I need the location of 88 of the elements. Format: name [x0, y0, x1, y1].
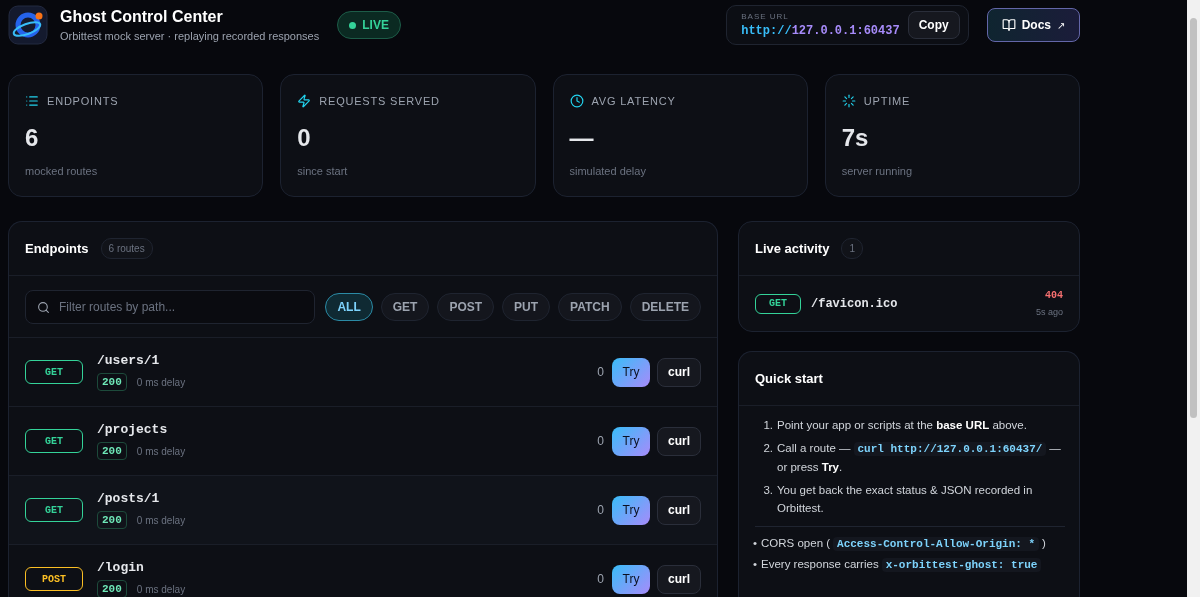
try-button[interactable]: Try — [612, 495, 650, 525]
method-filter[interactable]: DELETE — [629, 292, 701, 321]
status-code: 200 — [97, 511, 127, 529]
hit-count: 0 — [597, 434, 604, 448]
status-code: 200 — [97, 580, 127, 597]
bullet: • — [753, 536, 758, 551]
delay-text: 0 ms delay — [136, 445, 186, 457]
curl-button[interactable]: curl — [657, 426, 701, 456]
app-subtitle: Orbittest mock server · replaying recorded responses — [60, 30, 320, 42]
stat-caption: since start — [297, 165, 349, 177]
route-path: /favicon.ico — [811, 296, 898, 311]
hit-count: 0 — [597, 572, 604, 586]
hit-count: 0 — [597, 365, 604, 379]
step-text: Every response carries — [761, 558, 879, 570]
scrollbar-thumb[interactable] — [1190, 18, 1197, 418]
book-icon — [1001, 18, 1016, 32]
delay-text: 0 ms delay — [136, 376, 186, 388]
step-text: CORS open ( — [761, 537, 831, 549]
route-path: /login — [97, 560, 145, 575]
try-button[interactable]: Try — [612, 426, 650, 456]
code-snippet: x-orbittest-ghost: true — [881, 558, 1042, 572]
method-filter[interactable]: POST — [437, 292, 495, 321]
live-status-badge: LIVE — [337, 11, 401, 39]
panel-title: Live activity — [755, 241, 830, 256]
method-badge: GET — [25, 360, 83, 384]
stat-value: 6 — [25, 124, 40, 152]
stat-label: UPTIME — [863, 95, 911, 107]
search-field[interactable]: Filter routes by path... — [25, 289, 316, 324]
stat-value: — — [569, 124, 595, 152]
step-text: Call a route — — [777, 442, 851, 454]
base-url: http://127.0.0.1:60437 — [741, 24, 900, 38]
step-number: 3. — [762, 483, 773, 498]
curl-button[interactable]: curl — [657, 495, 701, 525]
step-number: 2. — [762, 441, 773, 456]
step-number: 1. — [762, 418, 773, 433]
delay-text: 0 ms delay — [136, 514, 186, 526]
stat-icon — [569, 94, 584, 108]
stat-icon — [841, 94, 856, 108]
route-path: /users/1 — [97, 353, 161, 368]
stat-value: 7s — [841, 124, 870, 152]
time-ago: 5s ago — [1035, 307, 1063, 317]
stat-caption: mocked routes — [25, 165, 99, 177]
step-text: ) — [1042, 537, 1046, 549]
hit-count: 0 — [597, 503, 604, 517]
search-icon — [37, 300, 50, 314]
panel-title: Endpoints — [25, 241, 89, 256]
step-text: — — [1049, 442, 1061, 454]
stat-icon — [297, 94, 312, 108]
logo-icon — [8, 5, 48, 45]
method-filter[interactable]: PUT — [502, 292, 551, 321]
base-url-label: BASE URL — [741, 12, 790, 21]
status-code: 200 — [97, 373, 127, 391]
activity-count: 1 — [841, 238, 863, 259]
method-filter[interactable]: ALL — [325, 292, 373, 321]
stat-label: AVG LATENCY — [591, 95, 676, 107]
delay-text: 0 ms delay — [136, 583, 186, 595]
route-path: /posts/1 — [97, 491, 161, 506]
curl-button[interactable]: curl — [657, 564, 701, 594]
copy-button[interactable]: Copy — [907, 11, 960, 39]
status-code: 404 — [1045, 290, 1063, 301]
code-snippet: Access-Control-Allow-Origin: * — [833, 537, 1040, 551]
step-text: Point your app or scripts at the base URL above. — [777, 419, 1027, 431]
method-badge: GET — [25, 429, 83, 453]
route-count: 6 routes — [100, 238, 153, 259]
stat-caption: server running — [841, 165, 914, 177]
method-filter[interactable]: PATCH — [558, 292, 622, 321]
curl-button[interactable]: curl — [657, 357, 701, 387]
docs-button[interactable]: Docs ↗ — [986, 8, 1080, 42]
method-badge: GET — [755, 293, 801, 314]
step-text: You get back the exact status & JSON recorded in Orbittest. — [777, 484, 1033, 514]
code-snippet: curl http://127.0.0.1:60437/ — [853, 442, 1047, 456]
try-button[interactable]: Try — [612, 357, 650, 387]
panel-title: Quick start — [755, 371, 823, 386]
bullet: • — [753, 557, 758, 572]
stat-label: REQUESTS SERVED — [319, 95, 440, 107]
stat-caption: simulated delay — [569, 165, 647, 177]
try-button[interactable]: Try — [612, 564, 650, 594]
stat-icon — [25, 94, 39, 108]
stat-value: 0 — [297, 124, 312, 152]
status-code: 200 — [97, 442, 127, 460]
scrollbar[interactable] — [1187, 0, 1200, 597]
method-badge: GET — [25, 498, 83, 522]
route-path: /projects — [97, 422, 169, 437]
stat-label: ENDPOINTS — [47, 95, 119, 107]
method-filter[interactable]: GET — [380, 292, 430, 321]
step-text: or press Try. — [777, 461, 843, 473]
method-badge: POST — [25, 567, 83, 591]
app-title: Ghost Control Center — [60, 8, 224, 26]
